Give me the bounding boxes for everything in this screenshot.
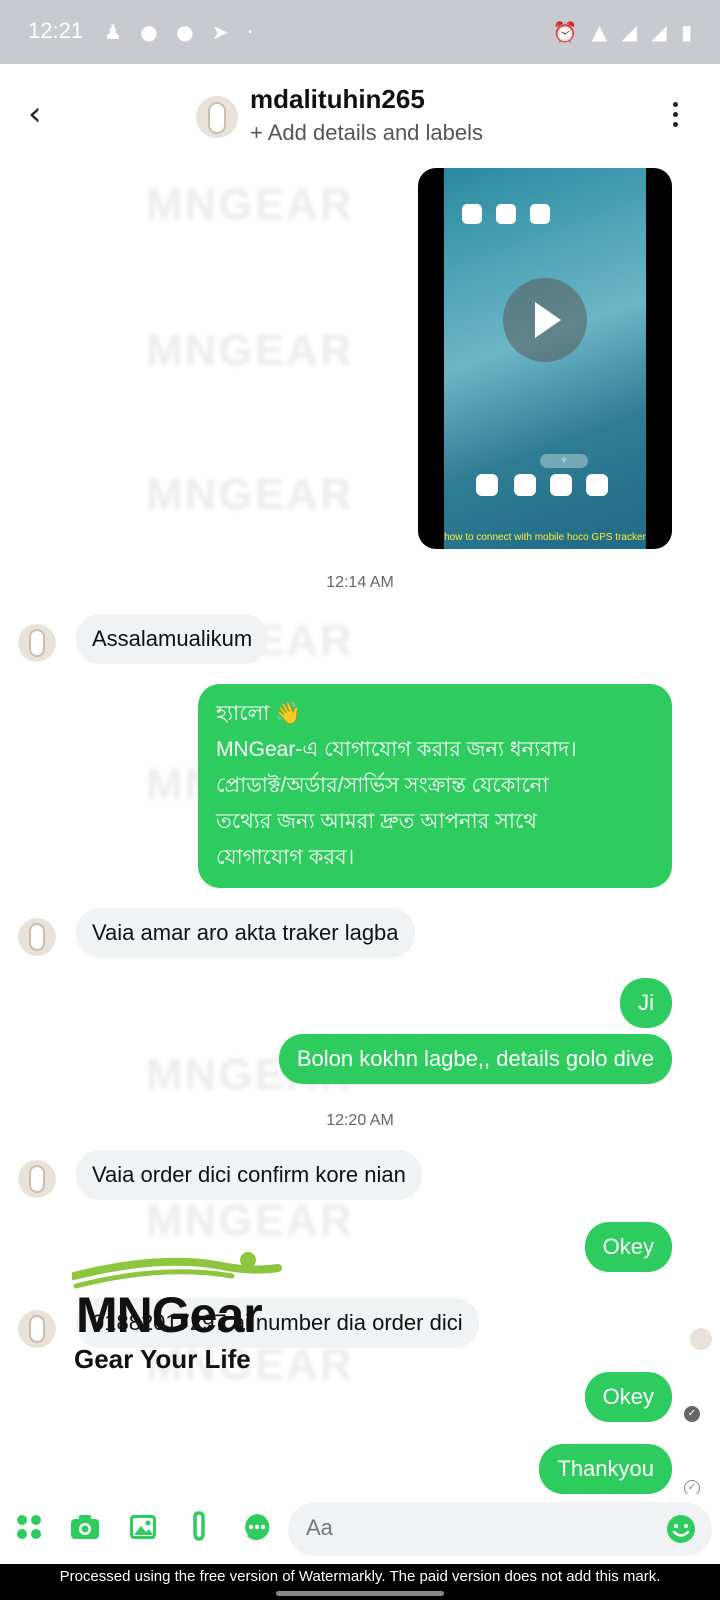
- video-caption: how to connect with mobile hoco GPS trac…: [444, 532, 646, 543]
- outgoing-message[interactable]: Okey: [584, 1222, 672, 1272]
- avatar: [18, 918, 56, 956]
- attachment-icon[interactable]: [182, 1510, 216, 1544]
- message-input[interactable]: Aa: [288, 1502, 712, 1556]
- logo-tagline: Gear Your Life: [74, 1344, 251, 1374]
- avatar: [18, 1160, 56, 1198]
- add-details-link[interactable]: + Add details and labels: [250, 120, 483, 146]
- gesture-bar[interactable]: [276, 1591, 444, 1596]
- avatar: [18, 1310, 56, 1348]
- status-time: 12:21: [28, 18, 84, 43]
- notification-icons: ♟ ● ● ➤ ·: [104, 20, 260, 44]
- status-bar: 12:21 ♟ ● ● ➤ · ⏰ ▲ ◢ ◢ ▮: [0, 0, 720, 64]
- bg-watermark: MNGEAR: [146, 470, 354, 519]
- message-composer: Aa: [0, 1494, 720, 1564]
- message-input-placeholder: Aa: [306, 1515, 333, 1540]
- message-line: MNGear-এ যোগাযোগ করার জন্য ধন্যবাদ।: [216, 738, 577, 761]
- outgoing-message[interactable]: Bolon kokhn lagbe,, details golo dive: [278, 1034, 672, 1084]
- bg-watermark: MNGEAR: [146, 1196, 354, 1245]
- menu-dots-icon[interactable]: [12, 1510, 46, 1544]
- message-line: হ্যালো 👋: [216, 702, 302, 725]
- play-icon[interactable]: [503, 278, 587, 362]
- contact-name[interactable]: mdalituhin265: [250, 84, 425, 115]
- outgoing-message[interactable]: Okey: [584, 1372, 672, 1422]
- search-pill: ⚲: [540, 454, 588, 468]
- app-icon: [462, 204, 482, 224]
- avatar: [18, 624, 56, 662]
- app-icon: [530, 204, 550, 224]
- dock-icon: [476, 474, 498, 496]
- delivered-check-icon: ✓: [684, 1406, 700, 1422]
- timestamp: 12:14 AM: [326, 574, 394, 591]
- chat-header: ‹ mdalituhin265 + Add details and labels: [0, 64, 720, 168]
- bg-watermark: MNGEAR: [146, 326, 354, 375]
- contact-avatar[interactable]: [196, 96, 238, 138]
- emoji-icon[interactable]: [664, 1512, 698, 1546]
- back-icon[interactable]: ‹: [28, 94, 64, 134]
- camera-icon[interactable]: [68, 1510, 102, 1544]
- chat-bubble-icon[interactable]: [240, 1510, 274, 1544]
- dock-icon: [550, 474, 572, 496]
- message-line: যোগাযোগ করব।: [216, 846, 355, 869]
- incoming-message[interactable]: Vaia amar aro akta traker lagba: [76, 908, 415, 958]
- timestamp: 12:20 AM: [326, 1112, 394, 1129]
- more-options-icon[interactable]: [670, 102, 680, 134]
- dock-icon: [514, 474, 536, 496]
- outgoing-message[interactable]: Ji: [620, 978, 672, 1028]
- incoming-message[interactable]: Vaia order dici confirm kore nian: [76, 1150, 422, 1200]
- logo-swoosh-icon: [72, 1252, 282, 1289]
- message-line: তথ্যের জন্য আমরা দ্রুত আপনার সাথে: [216, 810, 537, 833]
- video-message[interactable]: ⚲ how to connect with mobile hoco GPS tr…: [418, 168, 672, 549]
- outgoing-message[interactable]: Thankyou: [539, 1444, 672, 1494]
- bg-watermark: MNGEAR: [146, 180, 354, 229]
- system-icons: ⏰ ▲ ◢ ◢ ▮: [552, 20, 696, 44]
- logo-brand-text: MNGear: [76, 1287, 263, 1343]
- gallery-icon[interactable]: [126, 1510, 160, 1544]
- brand-logo: MNGear Gear Your Life: [72, 1244, 322, 1374]
- seen-avatar: [690, 1328, 712, 1350]
- app-icon: [496, 204, 516, 224]
- outgoing-message[interactable]: হ্যালো 👋 MNGear-এ যোগাযোগ করার জন্য ধন্য…: [198, 684, 672, 888]
- incoming-message[interactable]: Assalamualikum: [76, 614, 269, 664]
- dock-icon: [586, 474, 608, 496]
- message-line: প্রোডাক্ট/অর্ডার/সার্ভিস সংক্রান্ত যেকোন…: [216, 774, 549, 797]
